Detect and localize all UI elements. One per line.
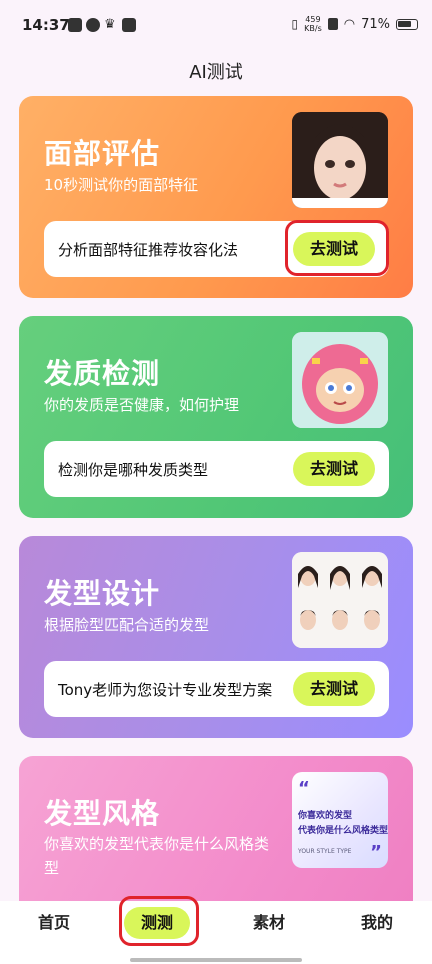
card-title: 面部评估 bbox=[44, 137, 161, 170]
status-time: 14:37 bbox=[22, 16, 70, 34]
card-subtitle: 根据脸型匹配合适的发型 bbox=[44, 616, 210, 634]
bottom-nav: 首页 测测 素材 我的 bbox=[0, 901, 432, 964]
card-title: 发型设计 bbox=[44, 577, 161, 610]
status-bar: 14:37 ♛ ▯ 459 KB/s ◠ 71% bbox=[0, 0, 432, 52]
face-portrait-image bbox=[292, 112, 388, 208]
cartoon-hair-image bbox=[292, 332, 388, 428]
card-subtitle: 10秒测试你的面部特征 bbox=[44, 176, 199, 194]
app-notification-icon-3 bbox=[122, 18, 136, 32]
network-speed: 459 KB/s bbox=[304, 15, 322, 33]
card-description: 检测你是哪种发质类型 bbox=[58, 461, 209, 479]
card-title: 发质检测 bbox=[44, 357, 161, 390]
battery-icon bbox=[396, 18, 418, 30]
hairstyle-grid-image bbox=[292, 552, 388, 648]
thumb-tag: YOUR STYLE TYPE bbox=[298, 848, 352, 855]
card-hairstyle-design[interactable]: 发型设计 根据脸型匹配合适的发型 Tony老师为您设计专业发型方案 去测试 bbox=[19, 536, 413, 738]
thumb-line-2: 代表你是什么风格类型? bbox=[298, 826, 388, 836]
go-test-button-hairstyle-design[interactable]: 去测试 bbox=[293, 672, 375, 706]
nav-home[interactable]: 首页 bbox=[38, 909, 70, 933]
quote-open-icon: “ bbox=[298, 778, 310, 799]
wifi-icon: ◠ bbox=[343, 16, 356, 32]
app-notification-icon-2 bbox=[86, 18, 100, 32]
card-description: Tony老师为您设计专业发型方案 bbox=[58, 681, 273, 699]
nav-material[interactable]: 素材 bbox=[253, 909, 285, 933]
sim-off-icon bbox=[327, 18, 338, 30]
nav-mine[interactable]: 我的 bbox=[361, 909, 393, 933]
battery-percent: 71% bbox=[361, 16, 390, 32]
page-title: AI测试 bbox=[189, 62, 243, 83]
card-description: 分析面部特征推荐妆容化法 bbox=[58, 241, 239, 259]
card-action-bar: Tony老师为您设计专业发型方案 去测试 bbox=[44, 661, 389, 717]
card-title: 发型风格 bbox=[44, 797, 161, 830]
card-subtitle: 你的发质是否健康，如何护理 bbox=[44, 396, 240, 414]
quote-close-icon: ” bbox=[370, 842, 382, 863]
card-subtitle: 你喜欢的发型代表你是什么风格类型 bbox=[44, 835, 270, 877]
home-indicator bbox=[130, 958, 302, 962]
card-hair-quality[interactable]: 发质检测 你的发质是否健康，如何护理 检测你是哪种发质类型 去测试 bbox=[19, 316, 413, 518]
vibrate-icon: ▯ bbox=[291, 17, 299, 31]
highlight-annotation-button bbox=[285, 220, 389, 276]
card-action-bar: 检测你是哪种发质类型 去测试 bbox=[44, 441, 389, 497]
app-notification-icon bbox=[68, 18, 82, 32]
crown-icon: ♛ bbox=[104, 17, 116, 32]
style-quote-image: “ 你喜欢的发型 代表你是什么风格类型? YOUR STYLE TYPE ” bbox=[292, 772, 388, 868]
highlight-annotation-nav bbox=[119, 896, 199, 946]
go-test-button-hair-quality[interactable]: 去测试 bbox=[293, 452, 375, 486]
thumb-line-1: 你喜欢的发型 bbox=[298, 811, 353, 821]
status-right: ▯ 459 KB/s ◠ 71% bbox=[292, 15, 418, 33]
